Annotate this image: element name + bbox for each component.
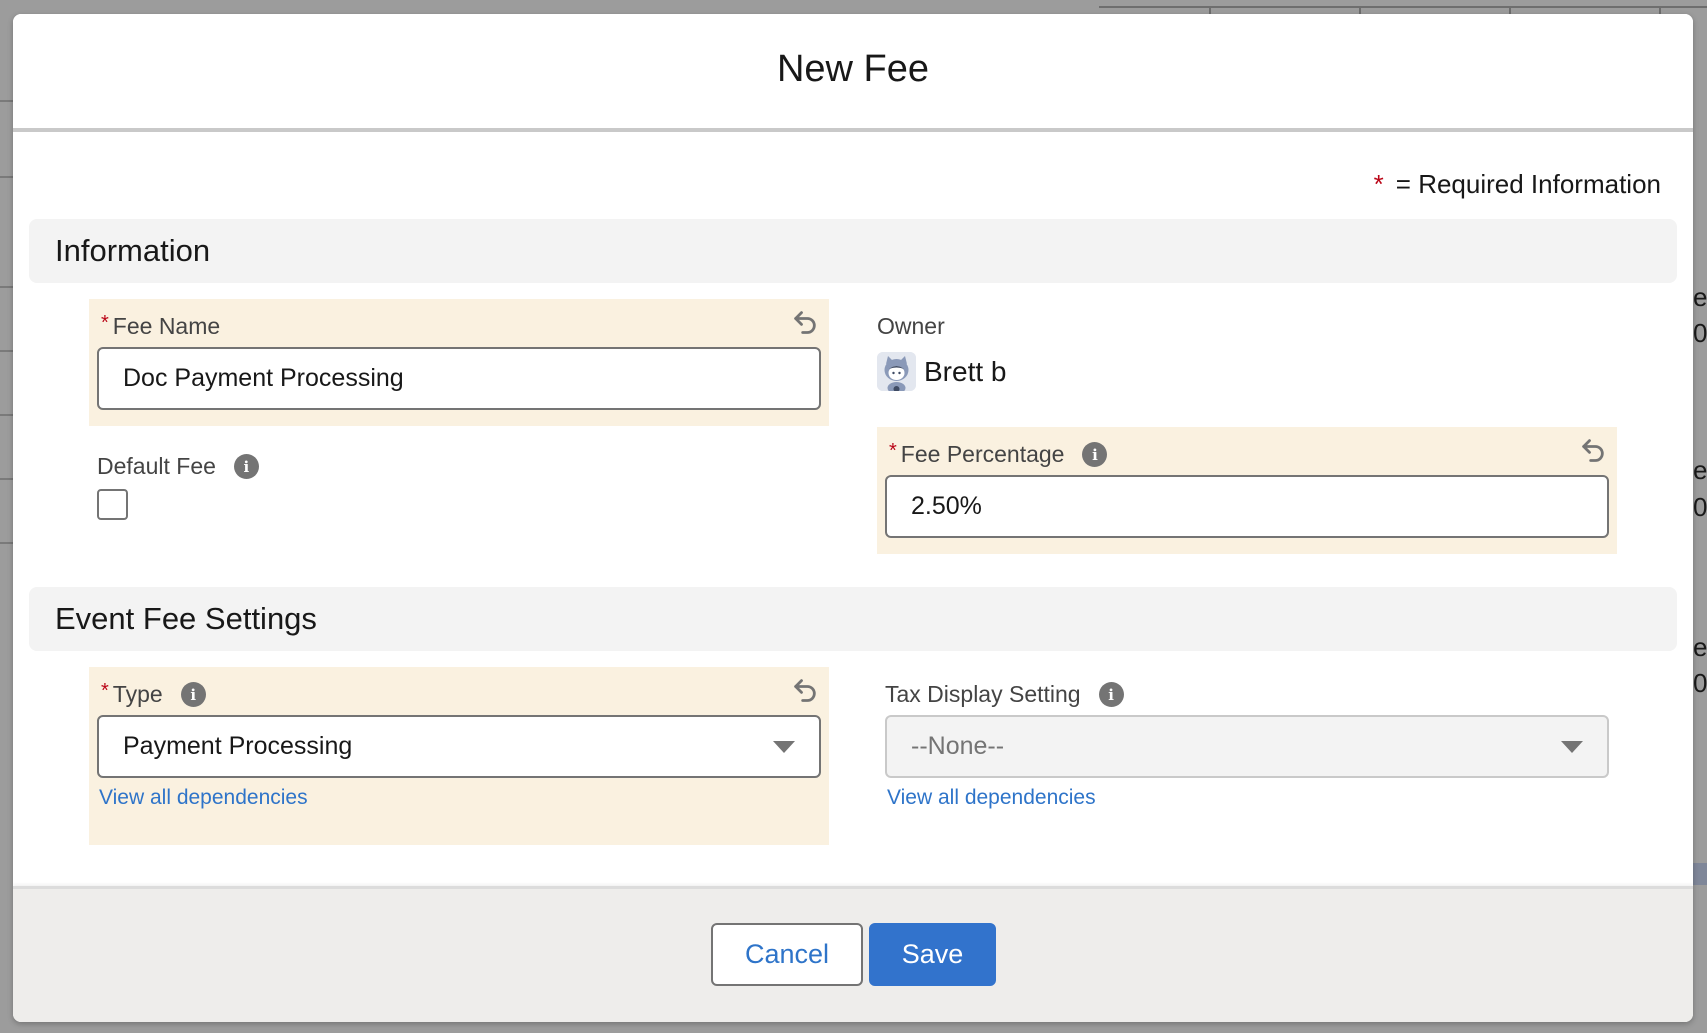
save-button[interactable]: Save xyxy=(869,923,996,986)
user-avatar-icon xyxy=(877,352,916,391)
info-icon[interactable]: i xyxy=(180,682,206,707)
background-text: 0. xyxy=(1693,668,1707,698)
undo-icon[interactable] xyxy=(791,308,819,336)
owner-label: Owner xyxy=(877,313,945,339)
modal-title: New Fee xyxy=(776,48,930,90)
fee-name-label: * Fee Name xyxy=(101,312,221,339)
tax-display-view-dependencies-link[interactable]: View all dependencies xyxy=(887,786,1096,810)
fee-name-input[interactable]: Doc Payment Processing xyxy=(97,347,821,410)
background-text: e xyxy=(1693,632,1707,662)
section-header-event-fee-settings[interactable]: Event Fee Settings xyxy=(29,587,1677,651)
owner-value: Brett b xyxy=(877,352,1006,391)
background-text: 0( xyxy=(1693,318,1707,348)
background-divider xyxy=(0,176,14,178)
background-divider xyxy=(0,100,14,102)
cancel-button[interactable]: Cancel xyxy=(711,923,863,986)
fee-percentage-field: * Fee Percentage i 2.50% xyxy=(877,427,1617,554)
background-text: er xyxy=(1693,455,1707,485)
section-title: Event Fee Settings xyxy=(55,601,317,636)
info-icon[interactable]: i xyxy=(1098,682,1124,707)
default-fee-label: Default Fee i xyxy=(97,453,259,480)
modal-footer: Cancel Save xyxy=(13,886,1693,1022)
required-legend: * = Required Information xyxy=(1374,169,1661,200)
background-strip xyxy=(1693,863,1707,885)
undo-icon[interactable] xyxy=(1579,436,1607,464)
required-star-icon: * xyxy=(101,312,109,334)
modal-header: New Fee xyxy=(13,14,1693,132)
default-fee-checkbox[interactable] xyxy=(97,489,128,520)
tax-display-setting-select[interactable]: --None-- xyxy=(885,715,1609,778)
required-star-icon: * xyxy=(101,680,109,702)
type-field: * Type i Payment Processing View all dep… xyxy=(89,667,829,845)
background-text: ex xyxy=(1693,282,1707,312)
background-divider xyxy=(0,350,14,352)
background-divider xyxy=(0,542,14,544)
required-legend-text: = Required Information xyxy=(1395,169,1661,199)
new-fee-modal: New Fee * = Required Information Informat… xyxy=(13,14,1693,1022)
fee-name-field: * Fee Name Doc Payment Processing xyxy=(89,299,829,426)
chevron-down-icon xyxy=(773,740,795,753)
fee-percentage-label: * Fee Percentage i xyxy=(889,440,1108,468)
required-star-icon: * xyxy=(1373,169,1384,199)
type-select[interactable]: Payment Processing xyxy=(97,715,821,778)
type-view-dependencies-link[interactable]: View all dependencies xyxy=(99,786,308,810)
section-title: Information xyxy=(55,233,211,268)
required-star-icon: * xyxy=(889,440,897,462)
tax-display-setting-label: Tax Display Setting i xyxy=(885,681,1124,708)
info-icon[interactable]: i xyxy=(1082,442,1108,467)
section-header-information[interactable]: Information xyxy=(29,219,1677,283)
info-icon[interactable]: i xyxy=(233,454,259,479)
owner-name[interactable]: Brett b xyxy=(924,356,1006,388)
background-text: 0( xyxy=(1693,492,1707,522)
type-label: * Type i xyxy=(101,680,206,708)
undo-icon[interactable] xyxy=(791,676,819,704)
background-divider xyxy=(0,414,14,416)
background-divider xyxy=(0,478,14,480)
chevron-down-icon xyxy=(1561,740,1583,753)
fee-percentage-input[interactable]: 2.50% xyxy=(885,475,1609,538)
background-divider xyxy=(0,286,14,288)
